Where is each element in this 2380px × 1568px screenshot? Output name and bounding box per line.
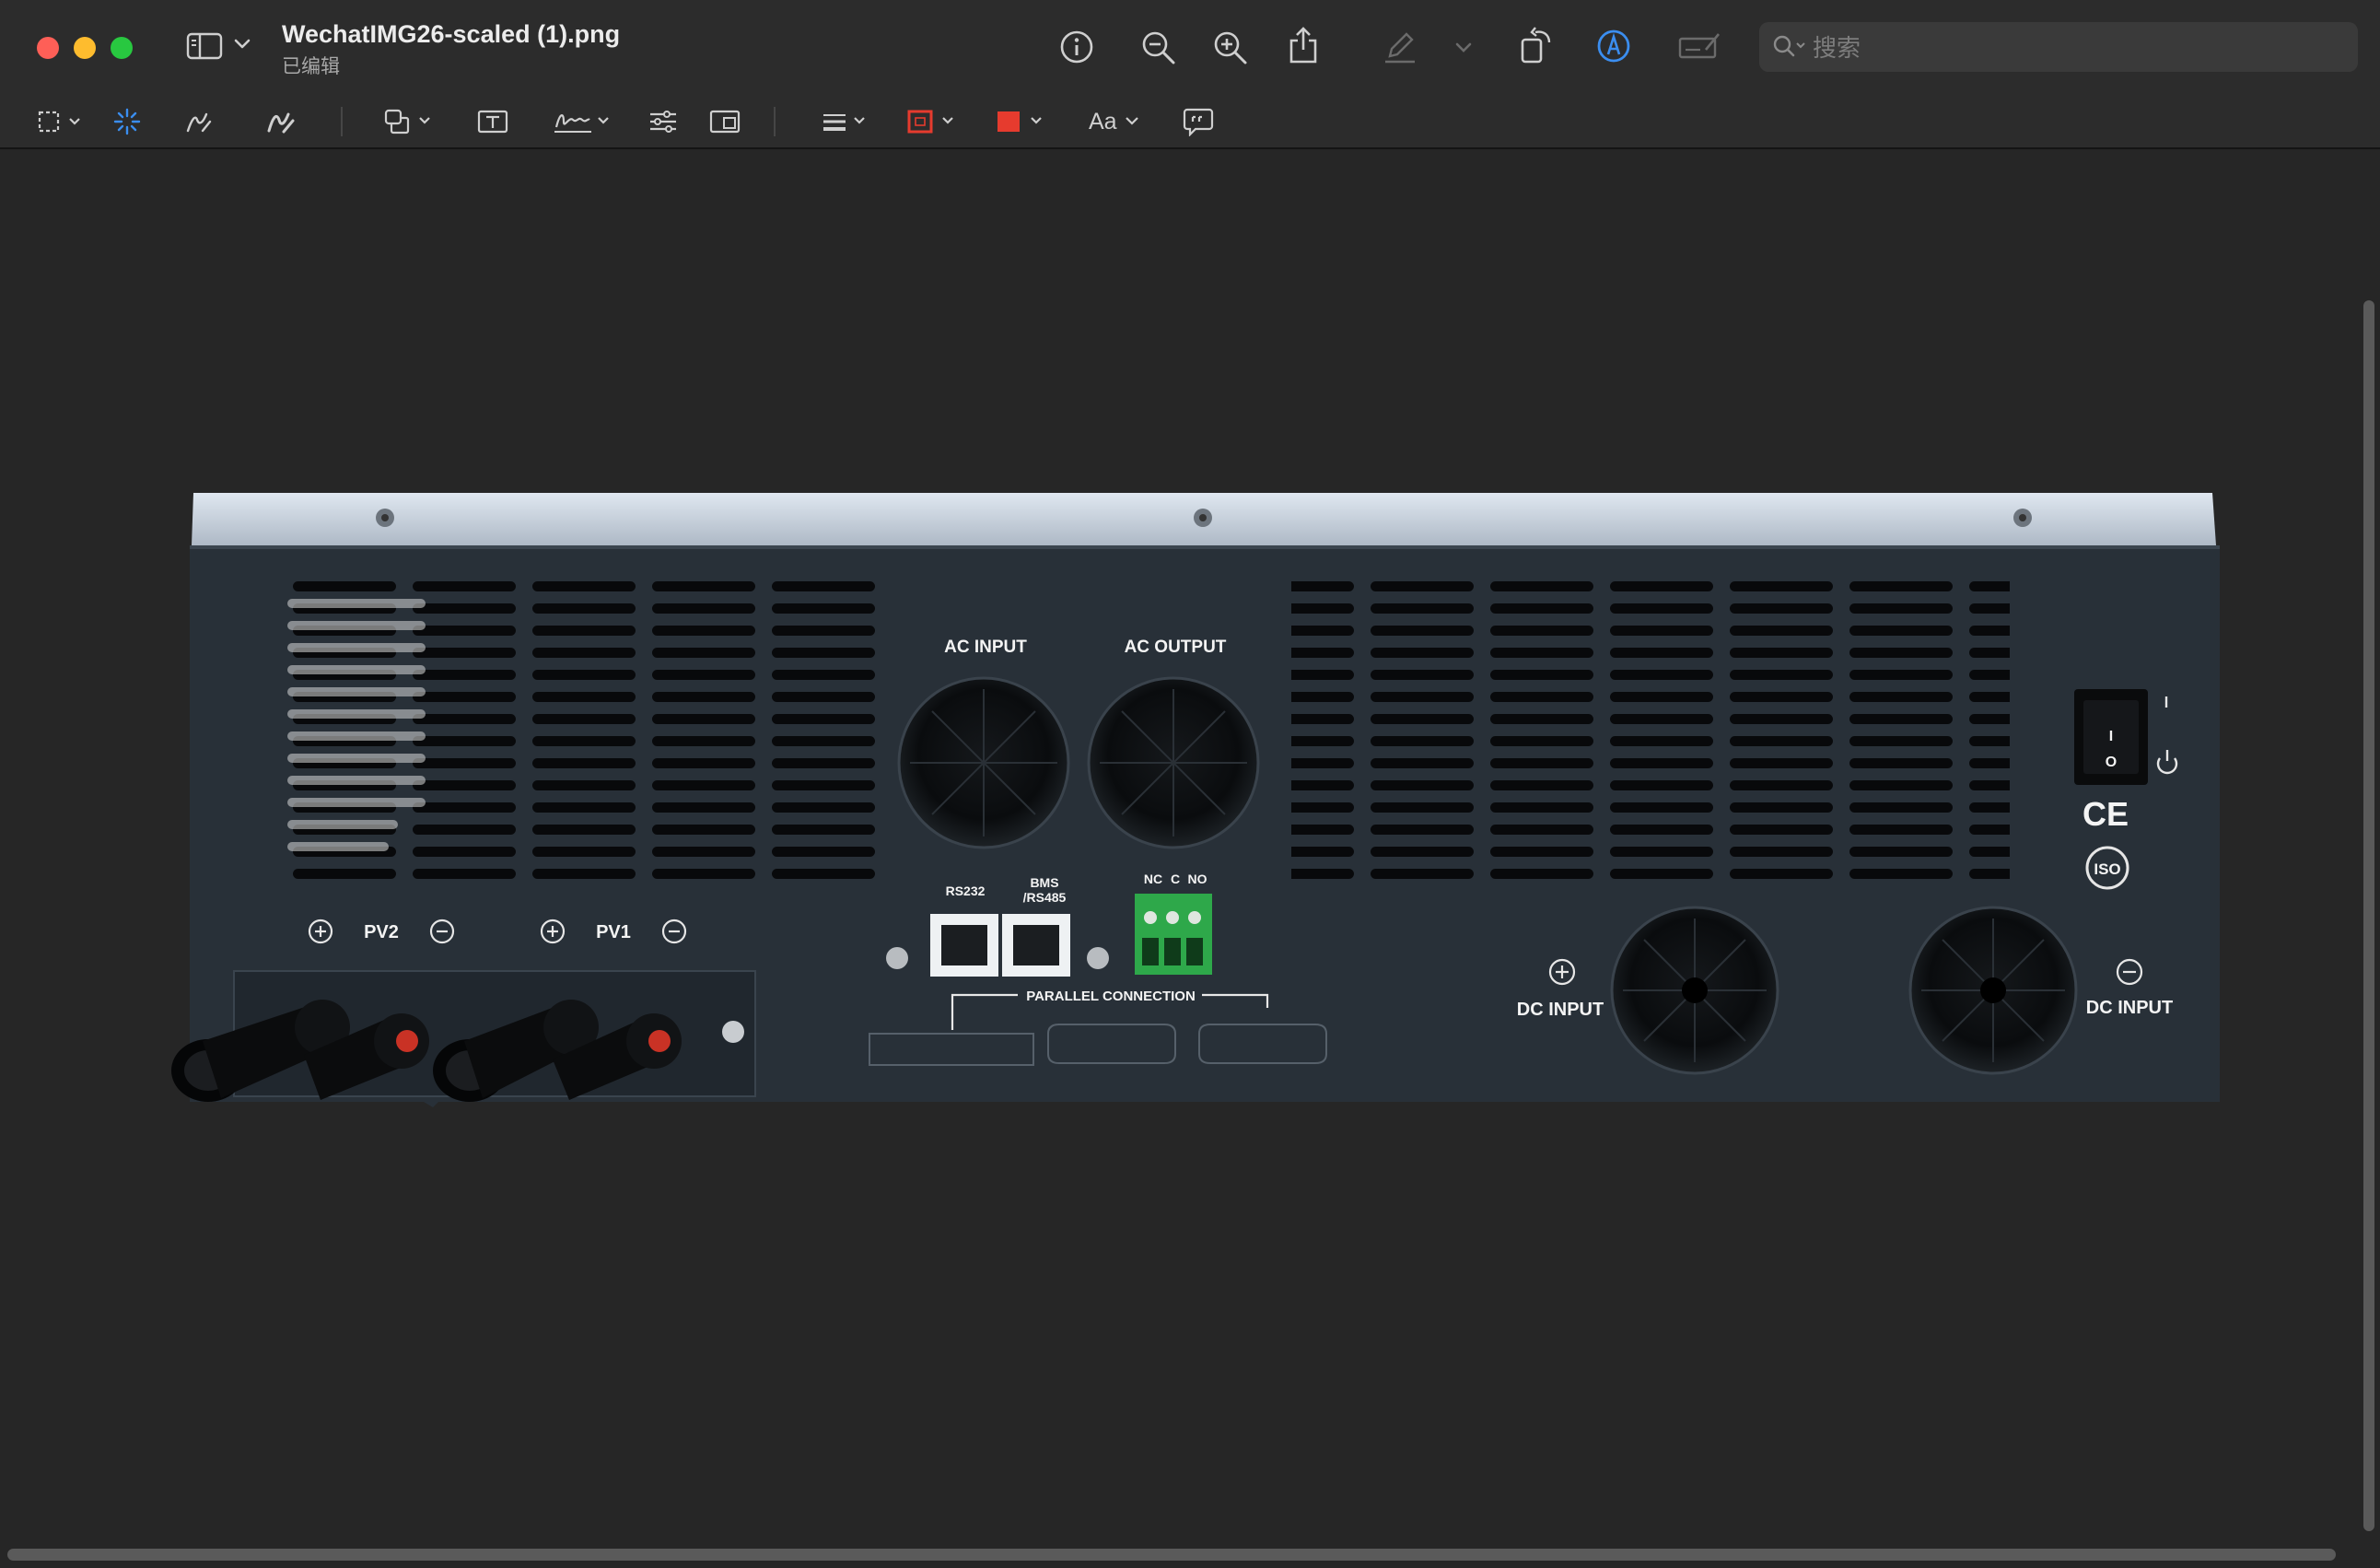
line-weight-icon — [823, 114, 865, 131]
preview-window: WechatIMG26-scaled (1).png 已编辑 搜索 Aa AC … — [0, 0, 2380, 1568]
sidebar-toggle-button[interactable] — [186, 31, 223, 61]
close-window-button[interactable] — [37, 37, 59, 59]
right-vent-grille — [1291, 569, 2010, 883]
markup-toolbar: Aa — [0, 94, 2380, 149]
fullscreen-window-button[interactable] — [111, 37, 133, 59]
annotate-button[interactable] — [1183, 107, 1214, 136]
line-style-button[interactable] — [820, 109, 871, 135]
markup-toolbar-button[interactable] — [1595, 28, 1632, 64]
markup-icon — [1597, 29, 1630, 63]
magic-wand-icon — [113, 108, 141, 135]
vertical-scrollbar-thumb[interactable] — [2363, 300, 2374, 1531]
highlight-options-button[interactable] — [1455, 42, 1472, 53]
share-button[interactable] — [1288, 26, 1319, 64]
rotate-button[interactable] — [1518, 26, 1555, 64]
port-screw — [886, 947, 908, 969]
fill-color-button[interactable] — [995, 107, 1048, 136]
zoom-in-icon — [1214, 31, 1247, 64]
zoom-out-button[interactable] — [1140, 29, 1177, 66]
bms-label: BMS — [1030, 875, 1058, 890]
text-box-button[interactable] — [477, 109, 508, 135]
ac-output-label: AC OUTPUT — [1125, 638, 1227, 657]
resize-icon — [709, 110, 741, 134]
port-screw — [1087, 947, 1109, 969]
text-box-icon — [477, 110, 508, 134]
highlight-pen-icon — [1385, 32, 1415, 64]
plate-screw — [722, 1021, 744, 1043]
search-field[interactable] — [1759, 22, 2358, 72]
pv2-label: PV2 — [364, 922, 399, 942]
left-vent-grille — [284, 569, 878, 883]
toolbar-divider — [341, 107, 343, 136]
rs485-label: /RS485 — [1023, 890, 1067, 905]
info-icon — [1060, 30, 1093, 64]
draw-tool-button[interactable] — [265, 107, 297, 136]
signature-icon — [554, 114, 609, 133]
fill-color-icon — [998, 111, 1042, 132]
pv1-label: PV1 — [596, 922, 631, 942]
document-title: WechatIMG26-scaled (1).png — [282, 20, 621, 48]
sketch-tool-button[interactable] — [184, 107, 214, 136]
nc-label: NC — [1144, 872, 1162, 886]
border-color-icon — [907, 110, 953, 134]
instant-alpha-button[interactable] — [112, 107, 142, 136]
shapes-icon — [384, 109, 430, 135]
draw-icon — [267, 112, 295, 134]
horizontal-scrollbar-thumb[interactable] — [7, 1549, 2336, 1561]
zoom-out-icon — [1142, 31, 1175, 64]
sketch-icon — [186, 112, 212, 133]
minimize-window-button[interactable] — [74, 37, 96, 59]
chevron-down-icon — [1125, 117, 1138, 125]
rotate-icon — [1521, 27, 1551, 64]
sidebar-icon — [186, 32, 223, 60]
iso-label: ISO — [2094, 860, 2120, 878]
shapes-button[interactable] — [383, 107, 437, 136]
dry-contact-terminal — [1135, 894, 1212, 975]
chevron-down-icon — [234, 39, 251, 49]
border-color-button[interactable] — [906, 107, 960, 136]
form-fill-icon — [1678, 33, 1721, 59]
rect-selection-icon — [38, 111, 80, 133]
ac-input-label: AC INPUT — [944, 638, 1027, 657]
adjust-color-button[interactable] — [648, 109, 678, 135]
selection-tool-button[interactable] — [37, 109, 87, 135]
switch-on-mark: I — [2109, 729, 2113, 744]
inverter-rear-panel-image: AC INPUT AC OUTPUT RS232 BMS /RS485 NC C… — [171, 493, 2220, 1107]
no-label: NO — [1188, 872, 1208, 886]
highlight-button[interactable] — [1382, 28, 1418, 64]
zoom-in-button[interactable] — [1212, 29, 1249, 66]
search-input[interactable] — [1811, 29, 2330, 66]
adjust-size-button[interactable] — [709, 109, 741, 135]
rs232-label: RS232 — [946, 883, 986, 898]
text-style-label: Aa — [1089, 108, 1117, 135]
toolbar-divider — [774, 107, 776, 136]
text-style-button[interactable]: Aa — [1089, 107, 1145, 136]
sidebar-options-button[interactable] — [234, 39, 251, 50]
share-icon — [1289, 27, 1317, 64]
dc-input-positive-label: DC INPUT — [1517, 1000, 1604, 1020]
sliders-icon — [650, 111, 676, 133]
title-bar: WechatIMG26-scaled (1).png 已编辑 — [0, 0, 2380, 94]
c-label: C — [1171, 872, 1180, 886]
form-fill-button[interactable] — [1678, 31, 1721, 61]
signature-button[interactable] — [553, 107, 613, 136]
dc-input-negative-label: DC INPUT — [2086, 998, 2173, 1018]
search-icon — [1773, 35, 1805, 57]
chevron-down-icon — [1455, 42, 1472, 53]
ce-mark: CE — [2082, 795, 2129, 833]
info-button[interactable] — [1059, 29, 1094, 64]
parallel-connection-label: PARALLEL CONNECTION — [1026, 989, 1196, 1004]
switch-off-mark: O — [2106, 755, 2117, 770]
speech-bubble-icon — [1183, 108, 1214, 136]
document-status: 已编辑 — [282, 56, 340, 77]
